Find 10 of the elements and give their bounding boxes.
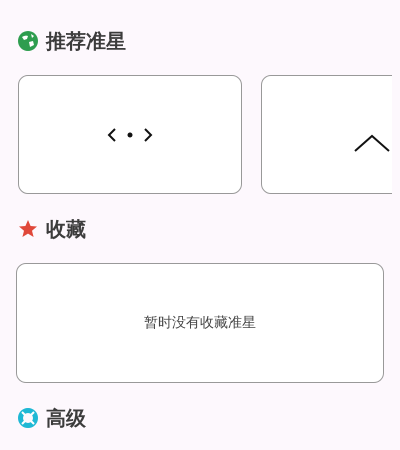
section-title: 收藏 <box>46 216 86 243</box>
star-icon <box>18 219 38 239</box>
lifebuoy-icon <box>18 408 38 428</box>
globe-icon <box>18 31 38 51</box>
section-title: 推荐准星 <box>46 28 126 55</box>
section-title: 高级 <box>46 405 86 432</box>
crosshair-icon <box>107 126 153 142</box>
chevron-up-icon <box>354 134 390 152</box>
crosshair-card[interactable] <box>18 75 242 194</box>
empty-message: 暂时没有收藏准星 <box>144 314 256 332</box>
